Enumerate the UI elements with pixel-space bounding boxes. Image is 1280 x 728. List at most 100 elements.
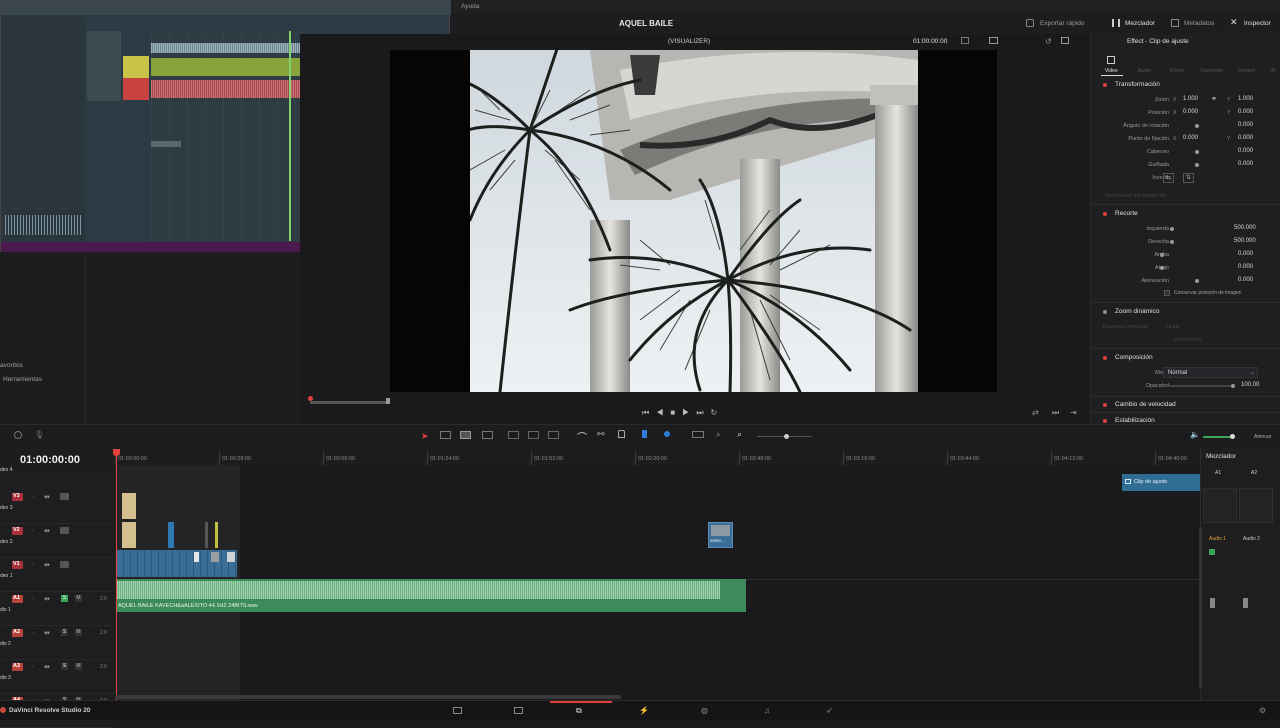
v1-clip-strip[interactable]	[117, 550, 237, 577]
cut-page-icon[interactable]	[514, 707, 523, 714]
track-link-icon[interactable]: ⇹	[44, 527, 50, 535]
tools-label[interactable]: Herramientas	[3, 376, 42, 383]
pitch-slider[interactable]	[1195, 150, 1199, 154]
video-tab-icon[interactable]	[1107, 56, 1115, 64]
replace-clip-icon[interactable]	[548, 431, 559, 439]
zoom-detail-icon[interactable]: ⌕	[716, 430, 720, 440]
stabilization-title[interactable]: Estabilización	[1115, 417, 1155, 424]
track-solo-button[interactable]: S	[61, 629, 68, 636]
crop-bottom-slider[interactable]	[1160, 266, 1164, 270]
mute-button[interactable]: Atenuar	[1254, 434, 1272, 440]
track-solo-button[interactable]: S	[61, 663, 68, 670]
timeline-timecode[interactable]: 01:00:00:00	[20, 454, 80, 466]
crop-softness-slider[interactable]	[1195, 279, 1199, 283]
track-header-v2[interactable]: V2 ▫ ⇹ deo 2	[0, 524, 115, 558]
track-header-a1[interactable]: A1 ▫ ⇹ S M 2.0 dio 1	[0, 592, 115, 626]
color-page-icon[interactable]: ◍	[701, 706, 708, 715]
yaw-slider[interactable]	[1195, 163, 1199, 167]
track-enable-icon[interactable]	[60, 493, 69, 500]
fullscreen-icon[interactable]	[1061, 37, 1069, 44]
track-header-v1[interactable]: V1 ▫ ⇹ deo 1	[0, 558, 115, 592]
master-volume-handle[interactable]	[1230, 434, 1235, 439]
v2-clip-3[interactable]	[205, 522, 208, 548]
mixer-a1-solo[interactable]	[1209, 549, 1215, 555]
crop-left-slider[interactable]	[1170, 227, 1174, 231]
insert-clip-icon[interactable]	[508, 431, 519, 439]
track-link-icon[interactable]: ⇹	[44, 493, 50, 501]
crop-right-slider[interactable]	[1170, 240, 1174, 244]
flip-horizontal-icon[interactable]: ⇆	[1163, 173, 1174, 183]
transform-enable-dot[interactable]	[1103, 83, 1107, 87]
zoom-full-icon[interactable]	[692, 431, 704, 438]
viewer-mode[interactable]: (VISUALIZER)	[668, 38, 710, 45]
position-y-field[interactable]: 0.000	[1238, 109, 1253, 115]
adjustment-clip[interactable]: Clip de ajuste	[1122, 474, 1200, 491]
fl-playhead[interactable]	[289, 31, 291, 241]
skip-back-icon[interactable]: ⏮	[642, 408, 656, 417]
zoom-y-field[interactable]: 1.000	[1238, 96, 1253, 102]
track-link-icon[interactable]: ⇹	[44, 629, 50, 637]
tab-video[interactable]: Video	[1105, 68, 1118, 74]
pitch-field[interactable]: 0.000	[1238, 148, 1253, 154]
link-icon[interactable]: ⚭	[1211, 95, 1217, 103]
fairlight-page-icon[interactable]: ♫	[764, 706, 770, 715]
mixer-a1-eq[interactable]	[1203, 488, 1237, 523]
quick-export-button[interactable]: Exportar rápido	[1040, 20, 1084, 27]
track-lock-icon[interactable]: ▫	[32, 562, 34, 568]
fl-clip-4[interactable]	[151, 141, 181, 147]
composite-mode-select[interactable]: Normal ⌄	[1163, 367, 1258, 378]
mixer-a2-eq[interactable]	[1239, 488, 1273, 523]
timeline-scrollbar[interactable]	[115, 695, 621, 699]
opacity-slider[interactable]	[1163, 385, 1233, 387]
viewer-scrubber[interactable]	[310, 401, 388, 404]
next-edit-icon[interactable]: ⏭	[1052, 408, 1059, 418]
dynamic-zoom-swap[interactable]: Intercambiar	[1174, 337, 1202, 343]
still-clip[interactable]: estee...	[708, 522, 733, 548]
crop-top-slider[interactable]	[1160, 253, 1164, 257]
audio-clip[interactable]: AQUEL BAILE KAVECH&aALEXITO 44.1HZ 24BIT…	[117, 579, 746, 612]
crop-top-field[interactable]: 0.000	[1238, 251, 1253, 257]
v2-clip-2[interactable]	[168, 522, 174, 548]
fl-browser[interactable]	[1, 15, 85, 243]
timeline-view-icon[interactable]	[14, 431, 22, 439]
fl-pattern-block[interactable]	[123, 56, 149, 78]
dynamic-zoom-ease[interactable]: Lineal	[1166, 324, 1179, 330]
transform-title[interactable]: Transformación	[1115, 81, 1160, 88]
track-link-icon[interactable]: ⇹	[44, 561, 50, 569]
rotation-field[interactable]: 0.000	[1238, 122, 1253, 128]
menu-help[interactable]: Ayuda	[461, 3, 479, 10]
rotation-slider[interactable]	[1195, 124, 1199, 128]
fl-channel-list[interactable]	[87, 31, 121, 101]
crop-bottom-field[interactable]: 0.000	[1238, 264, 1253, 270]
v2-clip-4[interactable]	[215, 522, 218, 548]
track-header-a2[interactable]: A2 ▫ ⇹ S M 2.0 dio 2	[0, 626, 115, 660]
play-icon[interactable]: ▶	[682, 408, 696, 417]
mixer-scroll[interactable]	[1199, 528, 1202, 688]
track-header-v3[interactable]: V3 ▫ ⇹ deo 3	[0, 490, 115, 524]
track-mute-button[interactable]: M	[75, 629, 82, 636]
crop-enable-dot[interactable]	[1103, 212, 1107, 216]
tab-transition[interactable]: Transición	[1200, 68, 1223, 74]
mixer-a2-fader[interactable]	[1243, 598, 1248, 608]
mixer-button[interactable]: Mezclador	[1125, 20, 1155, 27]
dynamic-trim-icon[interactable]	[460, 431, 471, 439]
composite-enable-dot[interactable]	[1103, 356, 1107, 360]
track-link-icon[interactable]: ⇹	[44, 595, 50, 603]
tab-audio[interactable]: Audio	[1138, 68, 1151, 74]
stabilization-enable-dot[interactable]	[1103, 419, 1107, 423]
mic-icon[interactable]: 🎙	[34, 430, 44, 439]
blade-tool-icon[interactable]	[482, 431, 493, 439]
timeline-zoom-handle[interactable]	[784, 434, 789, 439]
speaker-icon[interactable]: 🔈	[1190, 430, 1200, 439]
overwrite-clip-icon[interactable]	[528, 431, 539, 439]
track-lock-icon[interactable]: ▫	[32, 494, 34, 500]
skip-forward-icon[interactable]: ⏭	[696, 408, 710, 417]
safe-area-icon[interactable]	[989, 37, 998, 44]
v2-clip-1[interactable]	[122, 522, 136, 548]
linked-selection-icon[interactable]: ⚯	[597, 429, 605, 440]
settings-icon[interactable]: ⚙	[1259, 706, 1266, 715]
opacity-field[interactable]: 100.00	[1241, 382, 1259, 388]
playhead-handle[interactable]	[113, 449, 120, 456]
play-reverse-icon[interactable]: ◀	[656, 408, 670, 417]
lock-icon[interactable]	[618, 430, 625, 438]
